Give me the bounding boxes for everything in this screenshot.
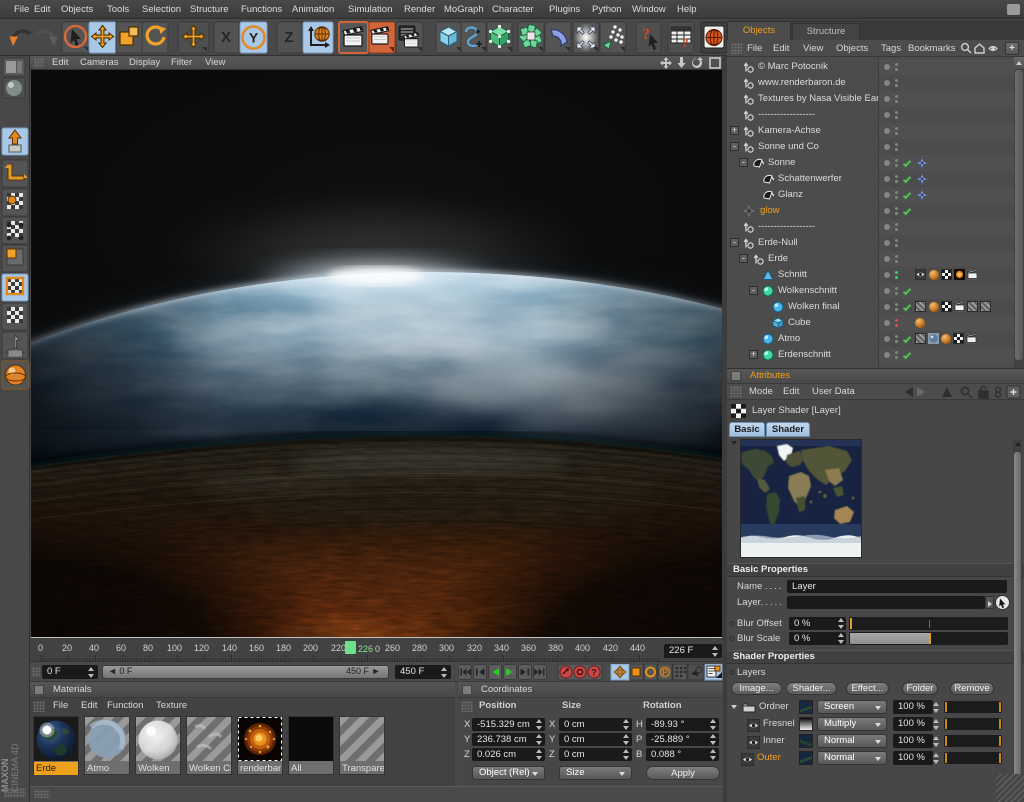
svg-text:?: ? bbox=[682, 35, 689, 50]
svg-text:Y: Y bbox=[249, 30, 259, 46]
svg-text:P: P bbox=[662, 668, 668, 677]
svg-text:Z: Z bbox=[284, 29, 293, 46]
svg-text:?: ? bbox=[591, 668, 597, 678]
svg-text:X: X bbox=[221, 29, 231, 46]
svg-text:?: ? bbox=[642, 26, 650, 43]
